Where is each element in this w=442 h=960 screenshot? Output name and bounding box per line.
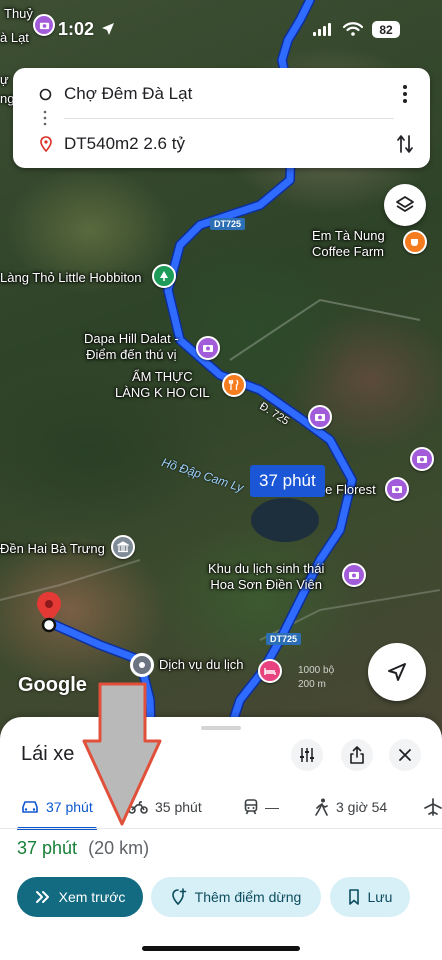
status-time: 1:02: [58, 19, 95, 39]
origin-row[interactable]: Chợ Đêm Đà Lạt: [13, 72, 430, 116]
map-label: à Lạt: [0, 30, 29, 45]
bookmark-icon: [348, 889, 359, 905]
save-button[interactable]: Lưu: [330, 877, 410, 917]
restaurant-icon[interactable]: [222, 373, 246, 397]
scale-feet: 1000 bộ: [298, 665, 335, 676]
map-label-khu-du-lich[interactable]: Khu du lịch sinh thái Hoa Sơn Điền Viên: [208, 561, 324, 593]
temple-icon[interactable]: [111, 535, 135, 559]
lake-shape: [251, 498, 319, 542]
camera-icon[interactable]: [410, 447, 434, 471]
share-icon: [350, 746, 364, 764]
preview-button[interactable]: Xem trước: [17, 877, 143, 917]
preview-button-label: Xem trước: [58, 889, 126, 905]
home-indicator[interactable]: [142, 946, 300, 951]
destination-row[interactable]: DT540m2 2.6 tỷ: [13, 122, 430, 166]
route-card: Chợ Đêm Đà Lạt DT540m2 2.6 tỷ: [13, 68, 430, 168]
walk-icon: [315, 798, 328, 816]
destination-field[interactable]: DT540m2 2.6 tỷ: [64, 134, 185, 154]
map-label: Thuỷ: [4, 6, 33, 21]
location-arrow-icon: [102, 23, 114, 35]
summary-distance: (20 km): [88, 838, 150, 858]
tree-icon[interactable]: [152, 264, 176, 288]
tab-walk-label: 3 giờ 54: [336, 799, 388, 815]
close-icon: [399, 749, 411, 761]
road-shield: DT725: [266, 633, 302, 645]
tab-drive[interactable]: 37 phút: [21, 787, 93, 827]
share-button[interactable]: [341, 739, 373, 771]
my-location-button[interactable]: [368, 643, 426, 701]
tab-walk[interactable]: 3 giờ 54: [315, 787, 387, 827]
sliders-icon: [300, 748, 314, 762]
map-label-am-thuc[interactable]: ẨM THỰC LÀNG K HO CIL: [115, 369, 210, 401]
layers-button[interactable]: [384, 184, 426, 226]
google-logo: Google: [18, 674, 87, 696]
route-card-divider: [64, 118, 394, 119]
route-summary: 37 phút (20 km): [17, 838, 149, 859]
origin-field[interactable]: Chợ Đêm Đà Lạt: [64, 84, 192, 104]
sheet-title: Lái xe: [21, 743, 75, 765]
origin-circle-icon: [39, 88, 52, 101]
map-label-dich-vu[interactable]: Dịch vụ du lịch: [159, 657, 244, 673]
camera-icon[interactable]: [385, 477, 409, 501]
travel-mode-tabs: 37 phút 35 phút — 3 giờ 54: [0, 787, 442, 830]
map-label-coffee[interactable]: Em Tà Nung Coffee Farm: [312, 228, 385, 260]
destination-pin-icon[interactable]: [34, 590, 64, 634]
camera-icon[interactable]: [196, 336, 220, 360]
battery-indicator: 82: [372, 21, 400, 38]
tab-motorbike[interactable]: 35 phút: [128, 787, 202, 827]
tab-flight[interactable]: [424, 787, 442, 827]
camera-icon[interactable]: [342, 563, 366, 587]
double-chevron-right-icon: [35, 891, 49, 903]
tab-transit[interactable]: —: [244, 787, 279, 827]
directions-sheet: Lái xe 37 phút 35 phút — 3 giờ 54 37 phú…: [0, 717, 442, 960]
tab-drive-label: 37 phút: [46, 799, 93, 815]
map-label-dapa[interactable]: Dapa Hill Dalat - Điểm đến thú vị: [84, 331, 179, 363]
camera-icon[interactable]: [308, 405, 332, 429]
route-options-button[interactable]: [291, 739, 323, 771]
layers-icon: [396, 196, 414, 212]
navigation-arrow-icon: [388, 663, 406, 681]
scale-meters: 200 m: [298, 679, 326, 690]
more-options-icon[interactable]: [402, 84, 408, 104]
map-label-hai-ba-trung[interactable]: Đền Hai Bà Trưng: [0, 541, 105, 557]
tab-transit-label: —: [265, 799, 279, 815]
transit-icon: [244, 799, 258, 815]
map-view[interactable]: Thuỷ à Lạt ự ng Làng Thỏ Little Hobbiton…: [0, 0, 442, 760]
tabs-divider: [0, 828, 442, 829]
cellular-signal-icon: [313, 23, 331, 36]
hotel-icon[interactable]: [258, 659, 282, 683]
coffee-icon[interactable]: [403, 230, 427, 254]
swap-icon[interactable]: [397, 134, 413, 154]
sheet-grabber[interactable]: [201, 726, 241, 730]
add-location-icon: [171, 888, 186, 906]
car-icon: [22, 801, 38, 813]
plane-icon: [424, 798, 442, 816]
add-stop-button[interactable]: Thêm điểm dừng: [151, 877, 321, 917]
motorbike-icon: [128, 801, 148, 814]
destination-pin-icon: [40, 136, 52, 152]
tab-motorbike-label: 35 phút: [155, 799, 202, 815]
duration-bubble[interactable]: 37 phút: [250, 465, 325, 497]
map-scale: 1000 bộ 200 m: [298, 664, 334, 692]
wifi-icon: [343, 22, 363, 36]
summary-time: 37 phút: [17, 838, 78, 858]
map-label: ự: [0, 72, 9, 87]
save-button-label: Lưu: [367, 889, 393, 905]
add-stop-button-label: Thêm điểm dừng: [194, 889, 302, 905]
map-label-hobbiton[interactable]: Làng Thỏ Little Hobbiton: [0, 270, 141, 286]
close-button[interactable]: [389, 739, 421, 771]
waypoint-marker[interactable]: [130, 653, 154, 677]
road-shield: DT725: [210, 218, 246, 230]
camera-icon: [33, 14, 55, 36]
